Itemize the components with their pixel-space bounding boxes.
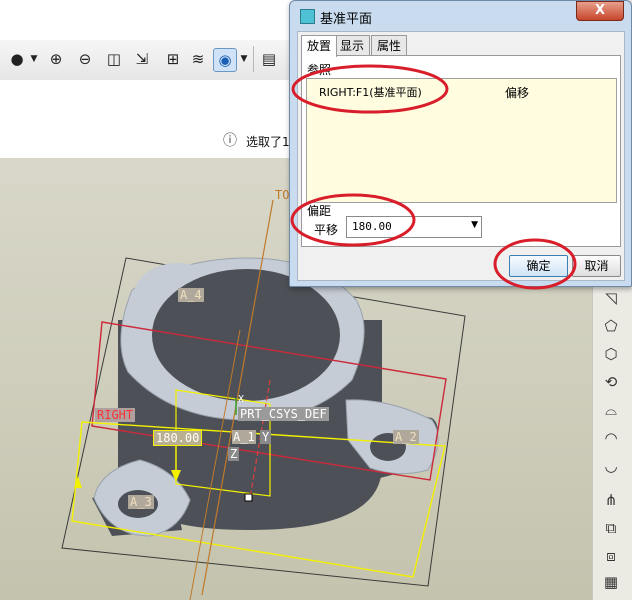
axis-a2-label: A_2 [393,430,419,444]
references-label: 参照 [307,63,332,77]
chevron-down-icon[interactable]: ▼ [471,220,478,230]
offset-dimension-value[interactable]: 180.00 [153,430,203,446]
zoom-out-icon[interactable]: ⊖ [74,48,96,70]
top-plane-label: TO [275,188,290,202]
rib-icon[interactable]: ⧉ [599,516,623,540]
spin-center-icon[interactable]: ⇲ [131,48,153,70]
right-plane-label: RIGHT [95,408,136,422]
main-toolbar: ● ▼ ⊕ ⊖ ◫ ⇲ ⊞ ≋ ◉ ▼ ▤ [0,40,290,81]
reference-constraint[interactable]: 偏移 [505,84,529,101]
offset-value-combobox[interactable]: 180.00 ▼ [346,216,482,238]
cancel-button[interactable]: 取消 [572,255,621,277]
dropdown-arrow-icon[interactable]: ▼ [28,48,40,70]
datum-point-icon[interactable]: ⬠ [599,314,623,338]
hole-icon[interactable]: ◡ [599,454,623,478]
axis-a4-label: A_4 [178,288,204,302]
reference-item[interactable]: RIGHT:F1(基准平面) [319,84,422,100]
appearance-icon[interactable]: ◉ [213,48,237,72]
status-message: 选取了1 [246,135,290,149]
info-icon: ⓘ [223,133,237,149]
placement-panel: 参照 RIGHT:F1(基准平面) 偏移 偏距 平移 180.00 ▼ [301,55,621,247]
blend-icon[interactable]: ◠ [599,426,623,450]
sweep-icon[interactable]: ⌓ [599,398,623,422]
tab-placement[interactable]: 放置 [301,35,338,57]
toolbar-separator [253,46,254,72]
datum-display-icon[interactable]: ⊞ [162,48,184,70]
draft-icon[interactable]: ⧈ [599,544,623,568]
tab-properties[interactable]: 属性 [371,35,408,56]
datum-plane-icon [300,9,315,24]
drag-handle[interactable] [244,493,253,502]
shell-icon[interactable]: ⋔ [599,488,623,512]
revolve-icon[interactable]: ⟲ [599,370,623,394]
references-list[interactable]: RIGHT:F1(基准平面) 偏移 [306,78,617,203]
dialog-titlebar[interactable]: 基准平面 X [290,1,631,31]
offset-label: 偏距 [307,204,332,218]
plane-arrow-marker [74,476,82,488]
csys-y-label: Y [260,430,272,444]
close-button[interactable]: X [576,1,624,21]
datum-curve-icon[interactable]: ◹ [599,286,623,310]
csys-label: PRT_CSYS_DEF [238,407,329,421]
datum-plane-dialog: 基准平面 X 放置 显示 属性 参照 RIGHT:F1(基准平面) 偏移 偏距 … [289,0,632,287]
ok-button[interactable]: 确定 [509,255,568,277]
axis-a1-label: A_1 [232,430,256,444]
tab-display[interactable]: 显示 [334,35,371,56]
extrude-icon[interactable]: ⬡ [599,342,623,366]
csys-z-label: Z [228,447,240,461]
dropdown-arrow-icon[interactable]: ▼ [238,48,250,70]
dialog-title: 基准平面 [320,12,373,27]
offset-type-label: 平移 [314,223,339,237]
save-view-icon[interactable]: ▤ [258,48,280,70]
zoom-fit-icon[interactable]: ◫ [103,48,125,70]
layers-icon[interactable]: ≋ [187,48,209,70]
pattern-icon[interactable]: ▦ [599,570,623,594]
axis-a3-label: A_3 [128,495,154,509]
zoom-in-icon[interactable]: ⊕ [45,48,67,70]
offset-value[interactable]: 180.00 [352,220,392,233]
dialog-body: 放置 显示 属性 参照 RIGHT:F1(基准平面) 偏移 偏距 平移 180.… [297,31,625,281]
csys-x-label: X [238,394,245,405]
shading-sphere-icon[interactable]: ● [6,48,28,70]
